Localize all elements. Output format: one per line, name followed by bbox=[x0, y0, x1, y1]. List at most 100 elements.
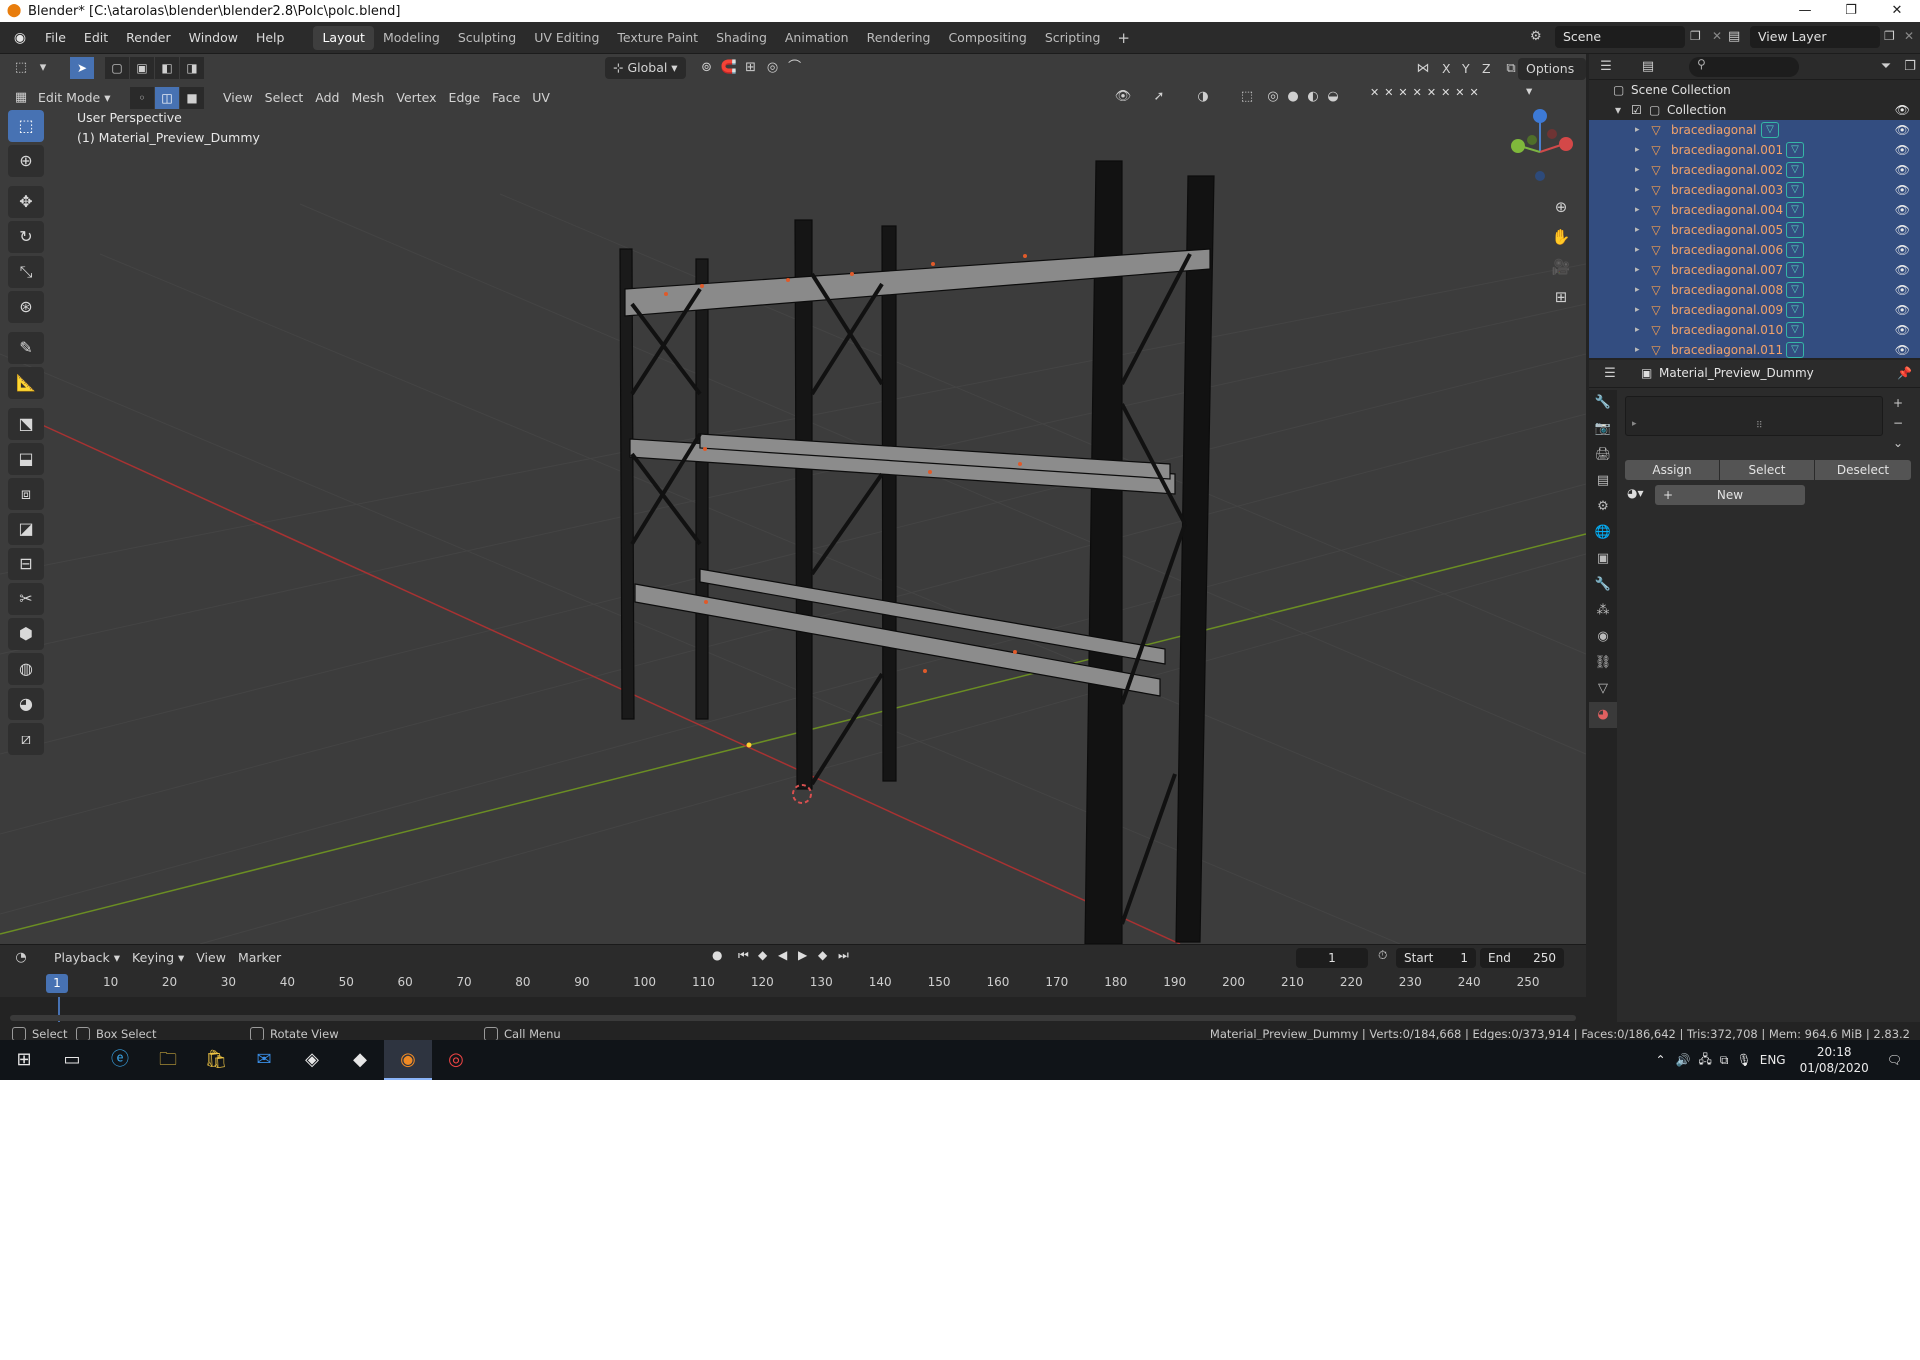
scale-icon[interactable]: ⤡ bbox=[8, 256, 44, 288]
tab-scripting[interactable]: Scripting bbox=[1036, 26, 1110, 50]
mirror-y-toggle[interactable]: Y bbox=[1456, 58, 1476, 80]
pivot-icon[interactable]: ⊚ bbox=[696, 57, 718, 79]
chevron-right-icon[interactable]: ▸ bbox=[1635, 180, 1640, 200]
mic-icon[interactable]: 🎙 bbox=[1737, 1053, 1752, 1067]
menu-keying[interactable]: Keying ▾ bbox=[126, 947, 190, 969]
cursor-icon[interactable]: ⊕ bbox=[8, 145, 44, 177]
material-tab-icon[interactable]: ◕ bbox=[1589, 702, 1617, 728]
render-tab-icon[interactable]: 📷 bbox=[1589, 416, 1617, 442]
view-layer-tab-icon[interactable]: ▤ bbox=[1589, 468, 1617, 494]
delete-view-layer-icon[interactable]: ✕ bbox=[1904, 29, 1914, 43]
xray-icon[interactable]: ⬚ bbox=[1236, 86, 1258, 108]
world-tab-icon[interactable]: 🌐 bbox=[1589, 520, 1617, 546]
chevron-right-icon[interactable]: ▸ bbox=[1635, 120, 1640, 140]
material-shading-icon[interactable]: ◐ bbox=[1302, 86, 1324, 108]
ortho-grid-icon[interactable]: ⊞ bbox=[1548, 284, 1574, 310]
record-icon[interactable]: ● bbox=[712, 948, 722, 962]
unity-icon[interactable]: ◆ bbox=[336, 1040, 384, 1080]
mesh-tool-icons[interactable]: ✕✕✕✕✕✕✕✕ bbox=[1370, 86, 1484, 99]
notification-icon[interactable]: 🗨 bbox=[1887, 1053, 1902, 1067]
delete-scene-icon[interactable]: ✕ bbox=[1712, 29, 1722, 43]
eye-icon[interactable]: 👁 bbox=[1895, 260, 1910, 280]
menu-marker[interactable]: Marker bbox=[232, 947, 287, 969]
transform-orientation-dropdown[interactable]: ⊹ Global ▾ bbox=[605, 57, 686, 79]
vertex-select-icon[interactable]: ◦ bbox=[130, 87, 154, 109]
menu-edge[interactable]: Edge bbox=[443, 87, 486, 109]
select-subtract-icon[interactable]: ◧ bbox=[155, 57, 179, 79]
spin-icon[interactable]: ◍ bbox=[8, 653, 44, 685]
volume-icon[interactable]: 🔊 bbox=[1676, 1053, 1691, 1067]
outliner-search-input[interactable]: ⚲ bbox=[1689, 57, 1799, 77]
menu-render[interactable]: Render bbox=[117, 22, 180, 54]
navigation-gizmo[interactable] bbox=[1504, 104, 1574, 194]
mesh-data-icon[interactable]: ▽ bbox=[1786, 162, 1804, 178]
timeline-cursor[interactable]: 1 bbox=[46, 974, 68, 993]
chevron-right-icon[interactable]: ▸ bbox=[1635, 140, 1640, 160]
add-cube-icon[interactable]: ⬔ bbox=[8, 408, 44, 440]
mesh-data-icon[interactable]: ▽ bbox=[1786, 182, 1804, 198]
tab-layout[interactable]: Layout bbox=[313, 25, 374, 50]
bevel-icon[interactable]: ◪ bbox=[8, 513, 44, 545]
menu-playback[interactable]: Playback ▾ bbox=[48, 947, 126, 969]
knife-icon[interactable]: ✂ bbox=[8, 583, 44, 615]
poly-build-icon[interactable]: ⬢ bbox=[8, 618, 44, 650]
tab-rendering[interactable]: Rendering bbox=[858, 26, 940, 50]
outliner-item[interactable]: ▸ ▽ bracediagonal.007 ▽ 👁 bbox=[1589, 260, 1920, 280]
options-dropdown[interactable]: Options ▾ bbox=[1518, 58, 1586, 98]
outliner-type-icon[interactable]: ☰ bbox=[1595, 56, 1617, 78]
select-new-icon[interactable]: ▢ bbox=[105, 57, 129, 79]
mesh-data-icon[interactable]: ▽ bbox=[1761, 122, 1779, 138]
chevron-right-icon[interactable]: ▸ bbox=[1635, 160, 1640, 180]
material-slot-list[interactable]: ▸ ⠿ bbox=[1625, 396, 1883, 436]
tab-animation[interactable]: Animation bbox=[776, 26, 858, 50]
particles-tab-icon[interactable]: ⁂ bbox=[1589, 598, 1617, 624]
measure-icon[interactable]: 📐 bbox=[8, 367, 44, 399]
annotate-icon[interactable]: ✎ bbox=[8, 332, 44, 364]
loop-cut-icon[interactable]: ⊟ bbox=[8, 548, 44, 580]
overlay-icon[interactable]: ◑ bbox=[1192, 86, 1214, 108]
eye-icon[interactable]: 👁 bbox=[1895, 180, 1910, 200]
mode-dropdown[interactable]: Edit Mode ▾ bbox=[32, 87, 120, 109]
tab-sculpting[interactable]: Sculpting bbox=[449, 26, 525, 50]
menu-add[interactable]: Add bbox=[309, 87, 345, 109]
eye-icon[interactable]: 👁 bbox=[1895, 300, 1910, 320]
outliner-item[interactable]: ▸ ▽ bracediagonal.005 ▽ 👁 bbox=[1589, 220, 1920, 240]
chevron-right-icon[interactable]: ▸ bbox=[1635, 240, 1640, 260]
mirror-x-toggle[interactable]: X bbox=[1436, 58, 1457, 80]
menu-select[interactable]: Select bbox=[259, 87, 310, 109]
end-frame-field[interactable]: End 250 bbox=[1480, 948, 1564, 968]
stopwatch-icon[interactable]: ⏱ bbox=[1378, 948, 1387, 963]
blender-menu-icon[interactable]: ◉ bbox=[10, 28, 30, 48]
outliner-collection[interactable]: ▾ ☑ ▢ Collection 👁 bbox=[1589, 100, 1920, 120]
eye-icon[interactable]: 👁 bbox=[1895, 120, 1910, 140]
timeline-track[interactable] bbox=[0, 997, 1586, 1023]
add-slot-icon[interactable]: + bbox=[1893, 396, 1903, 410]
pan-hand-icon[interactable]: ✋ bbox=[1548, 224, 1574, 250]
wireframe-shading-icon[interactable]: ◎ bbox=[1262, 86, 1284, 108]
mesh-data-icon[interactable]: ▽ bbox=[1786, 262, 1804, 278]
mesh-data-icon[interactable]: ▽ bbox=[1786, 222, 1804, 238]
menu-mesh[interactable]: Mesh bbox=[345, 87, 390, 109]
assign-button[interactable]: Assign bbox=[1625, 460, 1719, 480]
edge-browser-icon[interactable]: ⓔ bbox=[96, 1040, 144, 1080]
outliner-item[interactable]: ▸ ▽ bracediagonal.006 ▽ 👁 bbox=[1589, 240, 1920, 260]
jump-start-icon[interactable]: ⏮ bbox=[738, 948, 749, 963]
material-browse-icon[interactable]: ◕▾ bbox=[1627, 486, 1644, 500]
face-select-icon[interactable]: ■ bbox=[180, 87, 204, 109]
select-button[interactable]: Select bbox=[1720, 460, 1814, 480]
menu-edit[interactable]: Edit bbox=[75, 22, 117, 54]
next-keyframe-icon[interactable]: ◆ bbox=[818, 948, 827, 962]
mesh-data-icon[interactable]: ▽ bbox=[1786, 142, 1804, 158]
chevron-right-icon[interactable]: ▸ bbox=[1635, 220, 1640, 240]
outliner-item[interactable]: ▸ ▽ bracediagonal.002 ▽ 👁 bbox=[1589, 160, 1920, 180]
mesh-data-icon[interactable]: ▽ bbox=[1786, 202, 1804, 218]
chevron-right-icon[interactable]: ▸ bbox=[1635, 340, 1640, 358]
current-frame-field[interactable]: 1 bbox=[1296, 948, 1368, 968]
new-scene-icon[interactable]: ❐ bbox=[1690, 29, 1701, 43]
view-layer-selector[interactable]: View Layer bbox=[1750, 26, 1880, 48]
close-button[interactable]: ✕ bbox=[1874, 0, 1920, 22]
chrome-icon[interactable]: ◎ bbox=[432, 1040, 480, 1080]
gizmo-icon[interactable]: ➚ bbox=[1148, 86, 1170, 108]
new-material-button[interactable]: + New bbox=[1655, 485, 1805, 505]
file-explorer-icon[interactable]: 🗀 bbox=[144, 1040, 192, 1080]
